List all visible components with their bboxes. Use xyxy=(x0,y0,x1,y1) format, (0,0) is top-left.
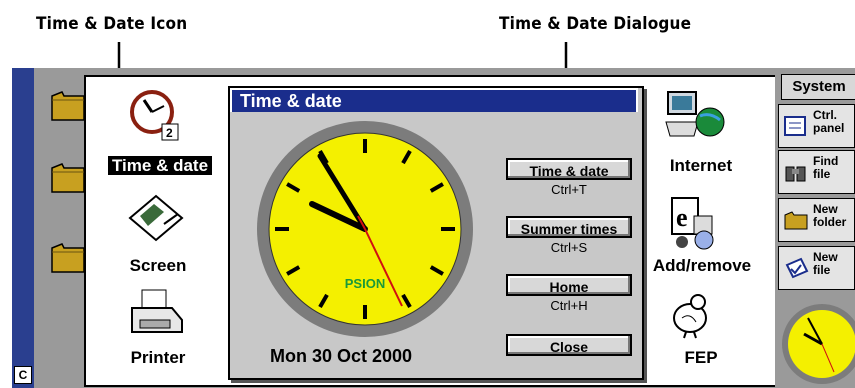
screen-icon[interactable] xyxy=(126,192,186,244)
internet-icon[interactable] xyxy=(664,86,728,146)
dialog-titlebar[interactable]: Time & date xyxy=(230,88,638,112)
home-button[interactable]: Home xyxy=(506,274,632,296)
clock-brand: PSION xyxy=(345,276,385,291)
left-strip xyxy=(12,68,34,388)
svg-text:2: 2 xyxy=(166,126,173,140)
item-add-remove[interactable]: Add/remove xyxy=(638,256,766,276)
summer-times-button[interactable]: Summer times xyxy=(506,216,632,238)
summer-times-shortcut: Ctrl+S xyxy=(550,240,588,255)
mini-clock[interactable] xyxy=(780,296,855,386)
item-time-date-label: Time & date xyxy=(107,156,213,175)
ctrl-panel-label: Ctrl. panel xyxy=(813,108,845,135)
sidebar-title: System xyxy=(781,74,855,100)
item-internet[interactable]: Internet xyxy=(646,156,756,176)
new-file-icon xyxy=(785,257,809,279)
date-display: Mon 30 Oct 2000 xyxy=(270,346,413,366)
item-printer[interactable]: Printer xyxy=(108,348,208,368)
control-panel-icon xyxy=(784,116,806,136)
new-folder-label: New folder xyxy=(813,202,847,229)
add-remove-icon[interactable]: e xyxy=(664,194,728,250)
ctrl-panel-button[interactable]: Ctrl. panel xyxy=(778,104,855,148)
new-file-button[interactable]: New file xyxy=(778,246,855,290)
new-folder-button[interactable]: New folder xyxy=(778,198,855,242)
item-screen[interactable]: Screen xyxy=(108,256,208,276)
clock-calendar-icon[interactable]: 2 xyxy=(128,84,180,142)
close-button[interactable]: Close xyxy=(506,334,632,356)
home-shortcut: Ctrl+H xyxy=(550,298,588,313)
time-date-shortcut: Ctrl+T xyxy=(551,182,587,197)
time-date-dialog: Time & date PSION Mon 30 Oct 2000 Time &… xyxy=(228,86,644,380)
folder-icon[interactable] xyxy=(50,240,86,274)
new-file-label: New file xyxy=(813,250,838,277)
binoculars-icon xyxy=(785,166,806,182)
fep-icon[interactable] xyxy=(666,288,714,340)
printer-icon[interactable] xyxy=(128,286,186,340)
find-file-button[interactable]: Find file xyxy=(778,150,855,194)
folder-icon xyxy=(784,211,808,230)
c-button[interactable]: C xyxy=(14,366,32,384)
item-fep[interactable]: FEP xyxy=(646,348,756,368)
dialog-title: Time & date xyxy=(240,91,342,111)
folder-icon[interactable] xyxy=(50,88,86,122)
time-date-button[interactable]: Time & date xyxy=(506,158,632,180)
item-time-date[interactable]: Time & date xyxy=(96,156,224,176)
analog-clock: PSION xyxy=(257,121,473,337)
svg-text:e: e xyxy=(676,203,688,232)
find-file-label: Find file xyxy=(813,154,839,181)
folder-icon[interactable] xyxy=(50,160,86,194)
